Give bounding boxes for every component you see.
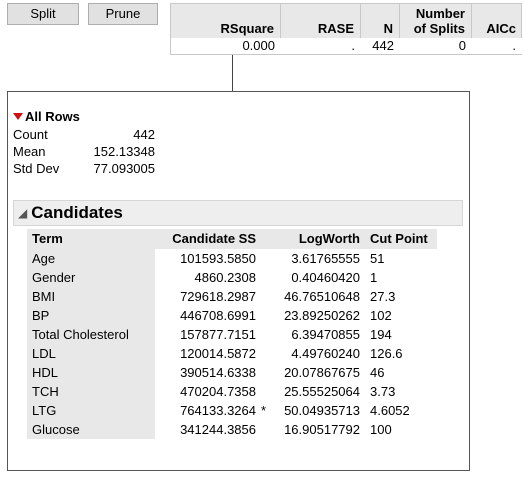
node-title-label: All Rows xyxy=(25,109,80,124)
aicc-header: AICc xyxy=(486,21,516,36)
stat-label: Std Dev xyxy=(13,161,60,176)
best-split-marker xyxy=(261,325,269,344)
column-header-spacer xyxy=(261,229,269,249)
cut-point-cell: 3.73 xyxy=(370,384,396,399)
term-cell: LTG xyxy=(27,401,155,420)
cut-point-cell: 1 xyxy=(370,270,378,285)
candidate-ss-cell: 470204.7358 xyxy=(180,384,256,399)
table-row[interactable]: BMI 729618.2987 46.76510648 27.3 xyxy=(27,287,437,306)
table-row[interactable]: BP 446708.6991 23.89250262 102 xyxy=(27,306,437,325)
table-row[interactable]: Gender 4860.2308 0.40460420 1 xyxy=(27,268,437,287)
cut-point-cell: 51 xyxy=(370,251,385,266)
table-row[interactable]: Total Cholesterol 157877.7151 6.39470855 19… xyxy=(27,325,437,344)
table-row[interactable]: HDL 390514.6338 20.07867675 46 xyxy=(27,363,437,382)
tree-connector xyxy=(232,55,233,91)
term-cell: BP xyxy=(27,306,155,325)
candidate-ss-cell: 101593.5850 xyxy=(180,251,256,266)
logworth-cell: 25.55525064 xyxy=(284,384,360,399)
column-header-cut-point[interactable]: Cut Point xyxy=(365,229,437,249)
term-cell: TCH xyxy=(27,382,155,401)
candidate-ss-cell: 729618.2987 xyxy=(180,289,256,304)
table-row[interactable]: LTG 764133.3264 * 50.04935713 4.6052 xyxy=(27,401,437,420)
rsquare-header: RSquare xyxy=(171,4,281,38)
best-split-marker xyxy=(261,306,269,325)
cut-point-cell: 194 xyxy=(370,327,392,342)
logworth-cell: 4.49760240 xyxy=(291,346,360,361)
candidates-title: Candidates xyxy=(31,203,123,222)
logworth-cell: 20.07867675 xyxy=(284,365,360,380)
column-header-candidate-ss[interactable]: Candidate SS xyxy=(155,229,261,249)
splits-value: 0 xyxy=(400,38,472,54)
logworth-cell: 6.39470855 xyxy=(291,327,360,342)
table-row[interactable]: TCH 470204.7358 25.55525064 3.73 xyxy=(27,382,437,401)
red-triangle-menu-icon[interactable] xyxy=(13,113,23,120)
candidate-ss-cell: 446708.6991 xyxy=(180,308,256,323)
best-split-marker xyxy=(261,249,269,269)
logworth-cell: 50.04935713 xyxy=(284,403,360,418)
stat-label: Mean xyxy=(13,144,46,159)
candidates-table: Term Candidate SS LogWorth Cut Point Age… xyxy=(27,229,437,439)
node-title[interactable]: All Rows xyxy=(13,109,80,124)
stat-value: 152.13348 xyxy=(93,144,155,159)
cut-point-cell: 46 xyxy=(370,365,385,380)
candidates-outline-header[interactable]: ◢ Candidates xyxy=(13,200,463,226)
cut-point-cell: 126.6 xyxy=(370,346,403,361)
stat-value: 77.093005 xyxy=(93,161,155,176)
candidate-ss-cell: 341244.3856 xyxy=(180,422,256,437)
logworth-cell: 46.76510648 xyxy=(284,289,360,304)
logworth-cell: 16.90517792 xyxy=(284,422,360,437)
term-cell: BMI xyxy=(27,287,155,306)
n-value: 442 xyxy=(361,38,400,54)
logworth-cell: 23.89250262 xyxy=(284,308,360,323)
disclosure-triangle-icon[interactable]: ◢ xyxy=(18,206,27,220)
term-cell: LDL xyxy=(27,344,155,363)
aicc-value: . xyxy=(472,38,522,54)
column-header-logworth[interactable]: LogWorth xyxy=(269,229,365,249)
rase-header: RASE xyxy=(281,4,361,38)
table-row[interactable]: Age 101593.5850 3.61765555 51 xyxy=(27,248,437,269)
cut-point-cell: 100 xyxy=(370,422,392,437)
best-split-marker xyxy=(261,420,269,439)
table-row[interactable]: Glucose 341244.3856 16.90517792 100 xyxy=(27,420,437,439)
term-cell: HDL xyxy=(27,363,155,382)
term-cell: Gender xyxy=(27,268,155,287)
candidate-ss-cell: 764133.3264 xyxy=(180,403,256,418)
rsquare-value: 0.000 xyxy=(171,38,281,54)
term-cell: Glucose xyxy=(27,420,155,439)
candidate-ss-cell: 390514.6338 xyxy=(180,365,256,380)
stat-label: Count xyxy=(13,127,48,142)
best-split-marker xyxy=(261,344,269,363)
column-header-term[interactable]: Term xyxy=(27,229,155,249)
candidate-ss-cell: 157877.7151 xyxy=(180,327,256,342)
split-button[interactable]: Split xyxy=(7,3,79,25)
best-split-marker xyxy=(261,287,269,306)
best-split-marker: * xyxy=(261,403,267,418)
term-cell: Total Cholesterol xyxy=(27,325,155,344)
cut-point-cell: 102 xyxy=(370,308,392,323)
candidate-ss-cell: 120014.5872 xyxy=(180,346,256,361)
cut-point-cell: 4.6052 xyxy=(370,403,410,418)
term-cell: Age xyxy=(27,248,155,268)
stat-value: 442 xyxy=(133,127,155,142)
logworth-cell: 0.40460420 xyxy=(291,270,360,285)
node-panel: All Rows Count 442 Mean 152.13348 Std De… xyxy=(7,91,470,471)
cut-point-cell: 27.3 xyxy=(370,289,396,304)
rase-value: . xyxy=(281,38,361,54)
best-split-marker xyxy=(261,382,269,401)
best-split-marker xyxy=(261,268,269,287)
best-split-marker xyxy=(261,363,269,382)
candidate-ss-cell: 4860.2308 xyxy=(194,270,256,285)
summary-table: RSquare RASE N Number of Splits AICc 0.0… xyxy=(170,3,522,55)
prune-button[interactable]: Prune xyxy=(88,3,158,25)
table-row[interactable]: LDL 120014.5872 4.49760240 126.6 xyxy=(27,344,437,363)
logworth-cell: 3.61765555 xyxy=(291,251,360,266)
splits-header: Number of Splits xyxy=(400,4,472,38)
n-header: N xyxy=(361,4,400,38)
